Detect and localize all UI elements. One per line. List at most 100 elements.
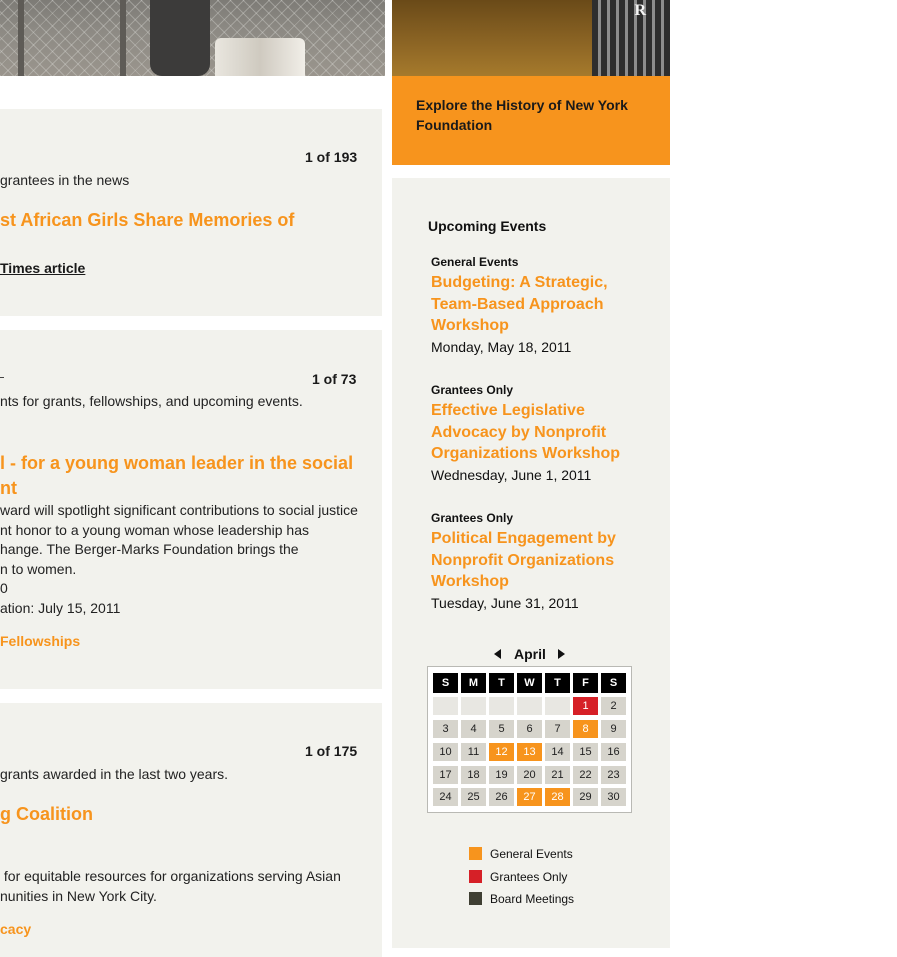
event-title-link[interactable]: Budgeting: A Strategic, Team-Based Appro… — [431, 272, 631, 337]
event-category: General Events — [431, 255, 519, 269]
legend-grantees-only: Grantees Only — [490, 870, 568, 884]
opportunities-panel: 1 of 73 nts for grants, fellowships, and… — [0, 330, 382, 689]
opportunity-body-line: ward will spotlight significant contribu… — [0, 502, 358, 518]
calendar-day: 10 — [433, 743, 458, 761]
board-meetings-swatch — [469, 892, 482, 905]
opportunity-headline-line1[interactable]: l - for a young woman leader in the soci… — [0, 451, 353, 476]
bags-shape — [215, 38, 305, 76]
calendar-day: 2 — [601, 697, 626, 715]
calendar-day-empty — [517, 697, 542, 715]
grants-description: grants awarded in the last two years. — [0, 766, 229, 782]
calendar-week: 24 25 26 27 28 29 30 — [433, 788, 629, 806]
weekday-label: M — [461, 673, 486, 693]
calendar-day: 3 — [433, 720, 458, 738]
calendar-day: 14 — [545, 743, 570, 761]
calendar-day: 23 — [601, 766, 626, 784]
calendar-day: 15 — [573, 743, 598, 761]
grants-panel: 1 of 175 grants awarded in the last two … — [0, 703, 382, 957]
calendar-day: 20 — [517, 766, 542, 784]
legend-board-meetings: Board Meetings — [490, 892, 575, 906]
fence-post — [120, 0, 126, 76]
calendar-week: 1 2 — [433, 697, 629, 715]
dash-mark — [0, 377, 4, 378]
advocacy-link[interactable]: cacy — [0, 921, 31, 937]
next-month-arrow-icon[interactable] — [558, 649, 565, 659]
calendar-day-general-event[interactable]: 13 — [517, 743, 542, 761]
event-date: Monday, May 18, 2011 — [431, 339, 572, 355]
news-count: 1 of 193 — [305, 149, 358, 165]
calendar-day-general-event[interactable]: 28 — [545, 788, 570, 806]
calendar-week: 17 18 19 20 21 22 23 — [433, 766, 629, 784]
calendar-weekday-header: S M T W T F S — [433, 673, 629, 693]
opportunity-body-line: nt honor to a young woman whose leadersh… — [0, 522, 309, 538]
event-title-line[interactable]: Effective Legislative — [431, 400, 641, 422]
history-photo[interactable]: R — [392, 0, 670, 76]
legend-general-events: General Events — [490, 847, 573, 861]
event-title-line[interactable]: Advocacy by Nonprofit — [431, 422, 641, 444]
calendar-day: 17 — [433, 766, 458, 784]
calendar-day: 24 — [433, 788, 458, 806]
grantees-only-swatch — [469, 870, 482, 883]
calendar-day-empty — [433, 697, 458, 715]
calendar-day-general-event[interactable]: 8 — [573, 720, 598, 738]
event-date: Wednesday, June 1, 2011 — [431, 467, 592, 483]
calendar-day-general-event[interactable]: 12 — [489, 743, 514, 761]
weekday-label: T — [545, 673, 570, 693]
grants-headline[interactable]: g Coalition — [0, 802, 93, 827]
upcoming-events-title: Upcoming Events — [428, 218, 547, 234]
opportunity-body-line: n to women. — [0, 561, 77, 577]
event-title-link[interactable]: Effective Legislative Advocacy by Nonpro… — [431, 400, 641, 465]
fellowships-link[interactable]: Fellowships — [0, 633, 80, 649]
calendar-day: 21 — [545, 766, 570, 784]
weekday-label: S — [601, 673, 626, 693]
events-calendar: S M T W T F S 1 2 3 4 5 6 7 8 9 10 11 12… — [427, 666, 632, 813]
weekday-label: T — [489, 673, 514, 693]
calendar-day-empty — [461, 697, 486, 715]
explore-history-link[interactable]: Explore the History of New York Foundati… — [416, 95, 656, 135]
upcoming-events-panel: Upcoming Events General Events Budgeting… — [392, 178, 670, 948]
calendar-day: 25 — [461, 788, 486, 806]
opportunity-headline-line2[interactable]: nt — [0, 476, 17, 501]
event-date: Tuesday, June 31, 2011 — [431, 595, 579, 611]
opportunities-description: nts for grants, fellowships, and upcomin… — [0, 393, 303, 409]
event-title-line[interactable]: Nonprofit Organizations — [431, 550, 641, 572]
calendar-day: 6 — [517, 720, 542, 738]
calendar-day-empty — [545, 697, 570, 715]
photo-sign-text: R — [634, 2, 646, 19]
calendar-day: 5 — [489, 720, 514, 738]
calendar-day-general-event[interactable]: 27 — [517, 788, 542, 806]
calendar-day: 11 — [461, 743, 486, 761]
calendar-day: 19 — [489, 766, 514, 784]
opportunity-body-line: hange. The Berger-Marks Foundation bring… — [0, 541, 299, 557]
calendar-month-label: April — [514, 646, 546, 662]
calendar-day: 30 — [601, 788, 626, 806]
explore-history-banner[interactable]: Explore the History of New York Foundati… — [392, 76, 670, 165]
event-title-line[interactable]: Budgeting: A Strategic, — [431, 272, 631, 294]
calendar-week: 10 11 12 13 14 15 16 — [433, 743, 629, 761]
calendar-day: 26 — [489, 788, 514, 806]
event-title-line[interactable]: Team-Based Approach — [431, 294, 631, 316]
general-events-swatch — [469, 847, 482, 860]
event-title-line[interactable]: Workshop — [431, 571, 641, 593]
event-title-line[interactable]: Organizations Workshop — [431, 443, 641, 465]
event-title-line[interactable]: Political Engagement by — [431, 528, 641, 550]
weekday-label: W — [517, 673, 542, 693]
grantee-photo — [0, 0, 385, 76]
event-title-line[interactable]: Workshop — [431, 315, 631, 337]
calendar-day: 29 — [573, 788, 598, 806]
grants-body-line: for equitable resources for organization… — [0, 868, 341, 884]
opportunities-count: 1 of 73 — [312, 371, 357, 387]
fence-post — [18, 0, 24, 76]
weekday-label: F — [573, 673, 598, 693]
calendar-day: 7 — [545, 720, 570, 738]
calendar-day: 16 — [601, 743, 626, 761]
news-headline[interactable]: st African Girls Share Memories of — [0, 208, 294, 233]
opportunity-body-line: 0 — [0, 580, 8, 596]
prev-month-arrow-icon[interactable] — [494, 649, 501, 659]
calendar-week: 3 4 5 6 7 8 9 — [433, 720, 629, 738]
news-article-link[interactable]: Times article — [0, 260, 85, 276]
event-title-link[interactable]: Political Engagement by Nonprofit Organi… — [431, 528, 641, 593]
calendar-day-grantees-only[interactable]: 1 — [573, 697, 598, 715]
event-category: Grantees Only — [431, 383, 514, 397]
calendar-day: 4 — [461, 720, 486, 738]
